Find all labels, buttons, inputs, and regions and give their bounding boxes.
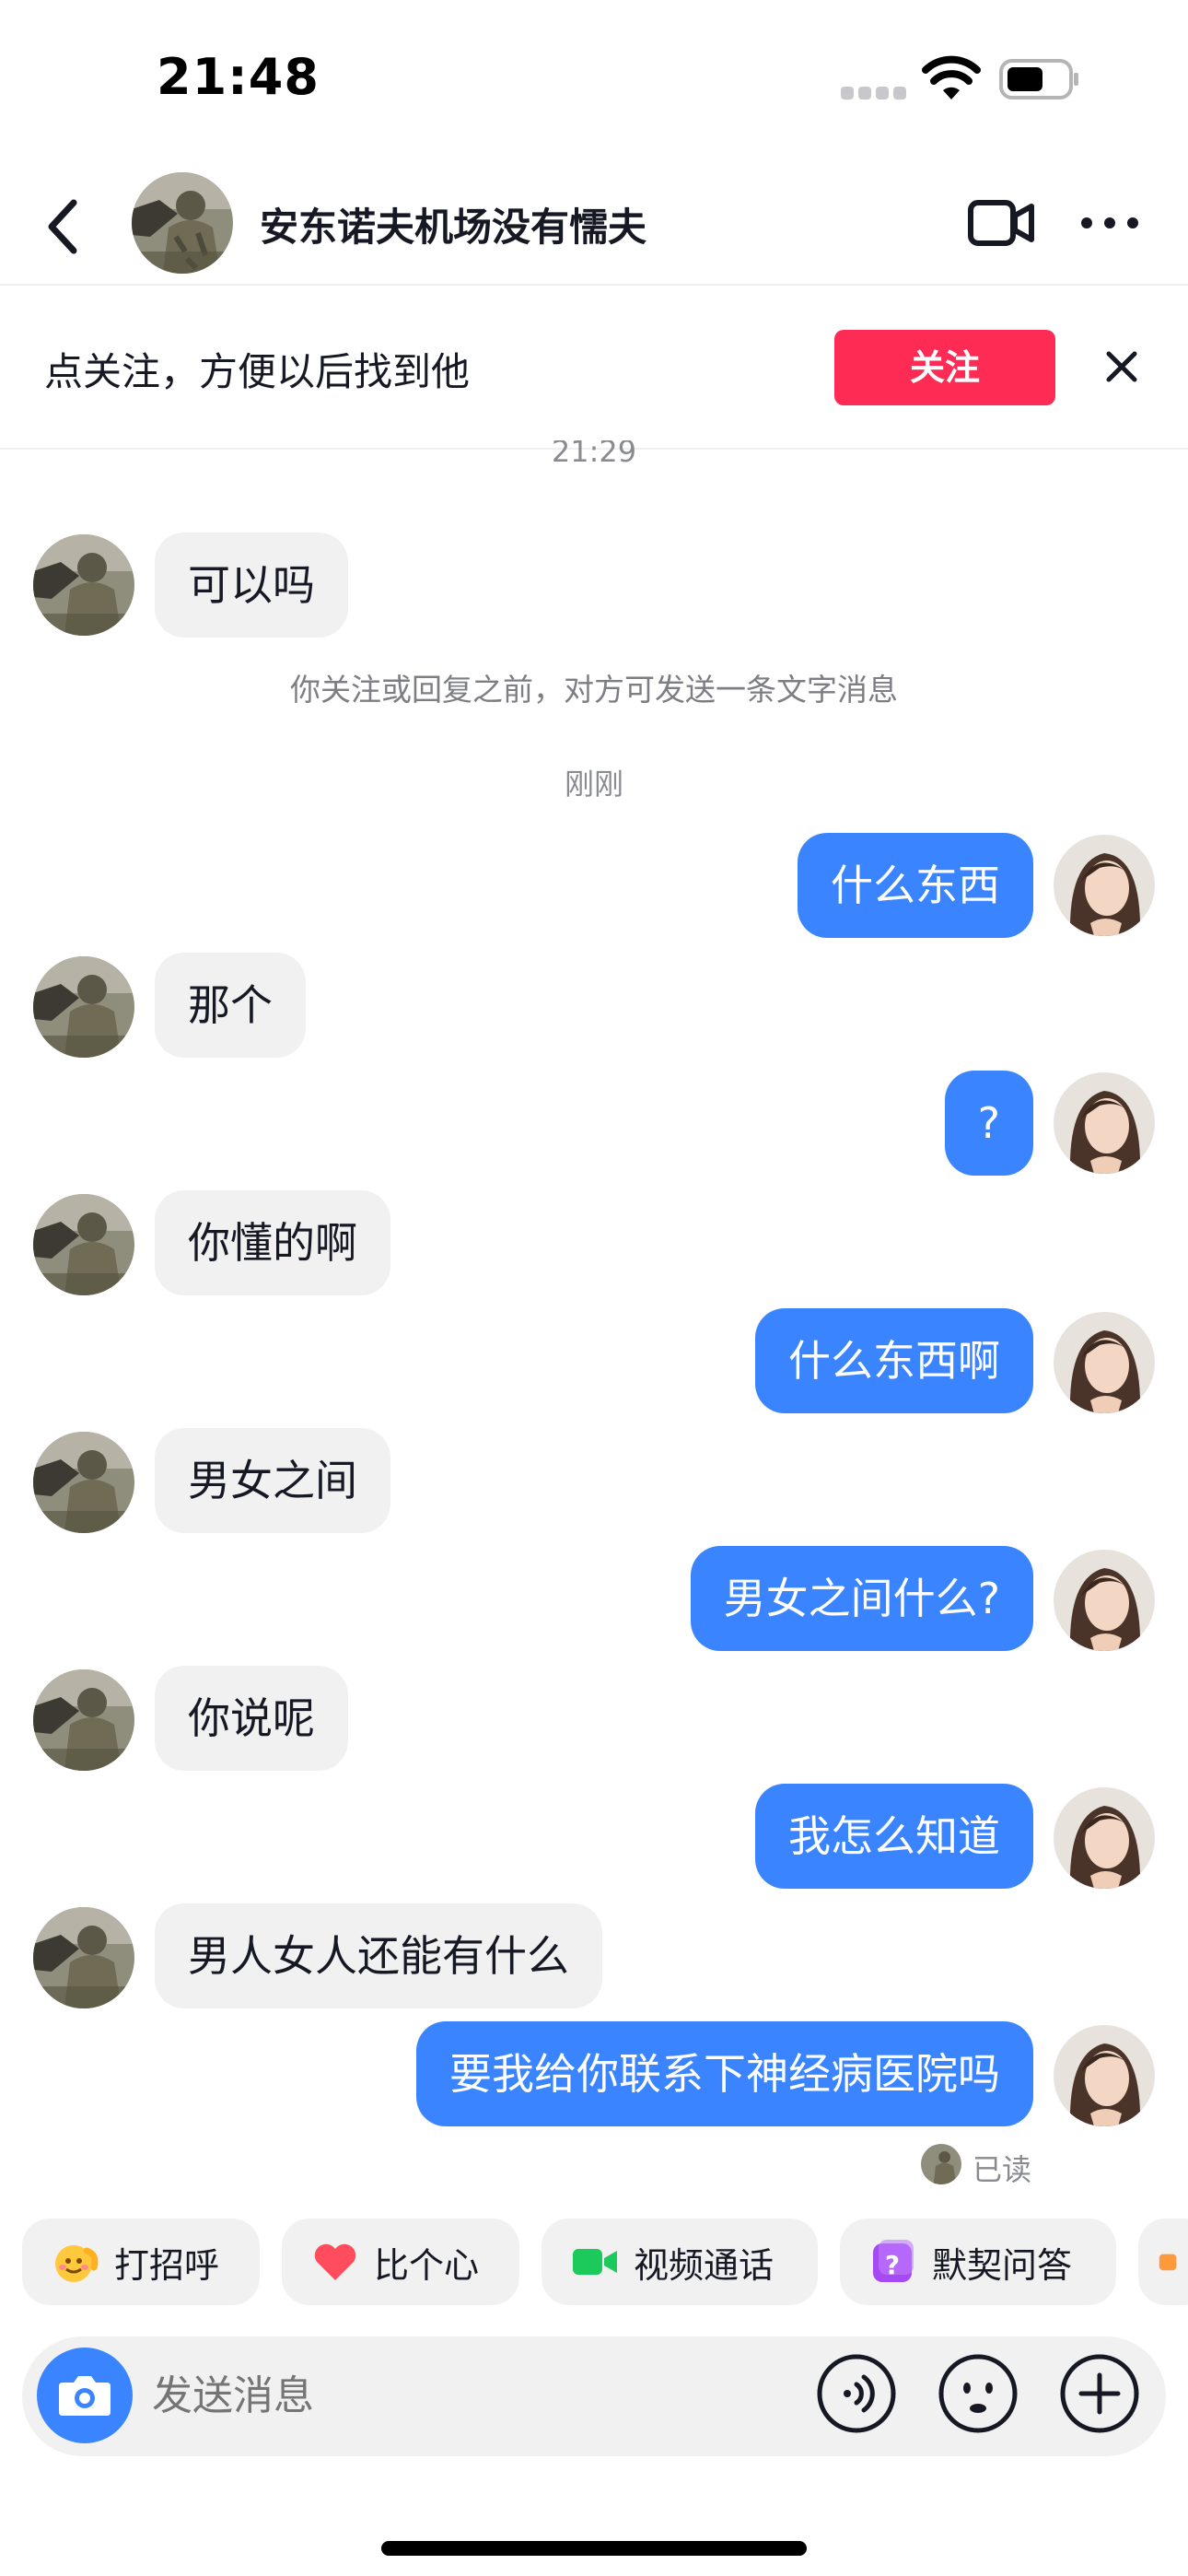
- status-time: 21:48: [157, 48, 320, 106]
- contact-avatar[interactable]: [33, 534, 134, 636]
- my-avatar[interactable]: [1054, 1787, 1155, 1889]
- close-icon[interactable]: [1101, 346, 1142, 387]
- my-avatar[interactable]: [1054, 1072, 1155, 1174]
- battery-icon: [999, 59, 1078, 100]
- contact-name[interactable]: 安东诺夫机场没有懦夫: [260, 196, 646, 252]
- my-avatar[interactable]: [1054, 835, 1155, 936]
- quick-reply-greet[interactable]: 打招呼: [22, 2219, 260, 2305]
- back-button[interactable]: [35, 193, 90, 260]
- camera-button[interactable]: [37, 2348, 133, 2443]
- quick-reply-heart[interactable]: 比个心: [282, 2219, 519, 2305]
- message-bubble-incoming[interactable]: 那个: [155, 953, 306, 1058]
- my-avatar[interactable]: [1054, 1550, 1155, 1651]
- my-avatar[interactable]: [1054, 2025, 1155, 2126]
- quick-reply-more[interactable]: [1138, 2219, 1188, 2305]
- quick-reply-label: 默契问答: [932, 2244, 1073, 2286]
- message-bubble-outgoing[interactable]: 要我给你联系下神经病医院吗: [416, 2021, 1033, 2126]
- message-bubble-incoming[interactable]: 可以吗: [155, 533, 348, 638]
- wave-emoji-icon: [55, 2245, 99, 2282]
- more-quick-reply-icon: [1159, 2254, 1177, 2271]
- contact-avatar[interactable]: [33, 1432, 134, 1533]
- message-input[interactable]: [152, 2368, 778, 2423]
- video-call-icon: [573, 2249, 617, 2275]
- message-bubble-incoming[interactable]: 男人女人还能有什么: [155, 1903, 602, 2008]
- message-bubble-outgoing[interactable]: 男女之间什么?: [690, 1546, 1033, 1651]
- time-label: 刚刚: [564, 767, 623, 802]
- message-bubble-incoming[interactable]: 你懂的啊: [155, 1190, 390, 1295]
- cellular-signal-icon: [841, 87, 907, 101]
- quick-reply-video-call[interactable]: 视频通话: [542, 2219, 818, 2305]
- message-bubble-incoming[interactable]: 你说呢: [155, 1666, 348, 1771]
- system-notice: 你关注或回复之前，对方可发送一条文字消息: [290, 672, 898, 708]
- video-call-icon[interactable]: [967, 197, 1035, 249]
- read-receipt-avatar: [921, 2144, 961, 2184]
- quick-reply-label: 视频通话: [634, 2244, 775, 2286]
- contact-avatar[interactable]: [132, 172, 233, 274]
- quick-reply-quiz[interactable]: ? 默契问答: [840, 2219, 1116, 2305]
- emoji-icon[interactable]: [938, 2353, 1019, 2434]
- contact-avatar[interactable]: [33, 956, 134, 1058]
- wifi-icon: [922, 55, 981, 100]
- follow-button[interactable]: 关注: [834, 330, 1055, 405]
- home-indicator: [381, 2541, 807, 2556]
- message-bubble-outgoing[interactable]: ?: [944, 1071, 1033, 1176]
- time-label-partial: 21:29: [551, 440, 637, 468]
- message-bubble-outgoing[interactable]: 什么东西: [798, 833, 1033, 938]
- follow-prompt-text: 点关注，方便以后找到他: [44, 349, 471, 394]
- camera-icon: [59, 2376, 111, 2416]
- contact-avatar[interactable]: [33, 1907, 134, 2008]
- more-dots-icon[interactable]: [1079, 212, 1140, 234]
- contact-avatar[interactable]: [33, 1194, 134, 1295]
- plus-icon[interactable]: [1059, 2353, 1140, 2434]
- voice-icon[interactable]: [816, 2353, 897, 2434]
- question-icon: ?: [873, 2240, 914, 2282]
- my-avatar[interactable]: [1054, 1312, 1155, 1413]
- message-bubble-outgoing[interactable]: 什么东西啊: [755, 1308, 1033, 1413]
- message-bubble-incoming[interactable]: 男女之间: [155, 1428, 390, 1533]
- read-status: 已读: [973, 2152, 1032, 2187]
- contact-avatar[interactable]: [33, 1669, 134, 1771]
- heart-icon: [314, 2243, 356, 2280]
- svg-text:?: ?: [885, 2250, 900, 2280]
- quick-reply-label: 比个心: [374, 2244, 480, 2286]
- message-bubble-outgoing[interactable]: 我怎么知道: [755, 1784, 1033, 1889]
- quick-reply-label: 打招呼: [114, 2244, 220, 2286]
